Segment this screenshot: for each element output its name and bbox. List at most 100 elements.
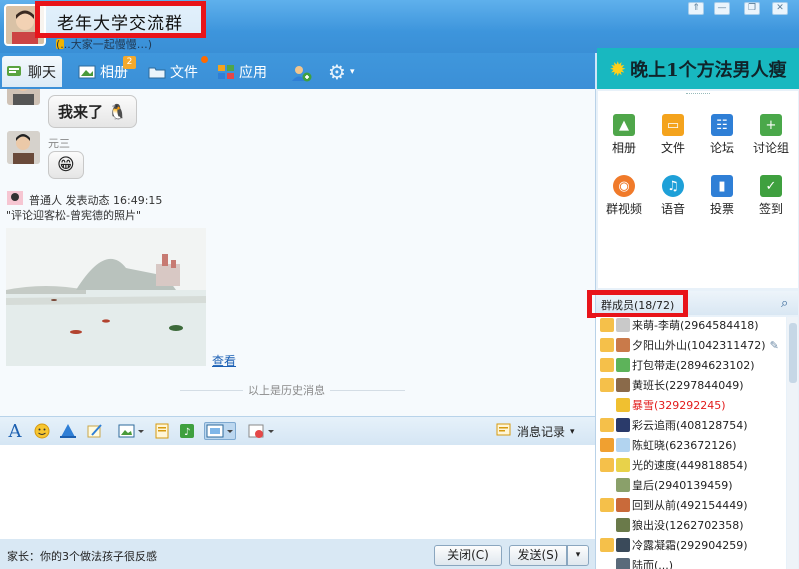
- app-files[interactable]: ▭ 文件: [650, 114, 696, 156]
- list-item[interactable]: 回到从前(492154449): [596, 495, 786, 515]
- title-bar: (...大家一起慢慢…) 老年大学交流群 ⇑ — ❐ ✕: [0, 0, 799, 53]
- edit-icon[interactable]: ✎: [770, 339, 779, 352]
- admin-icon: [600, 338, 614, 352]
- file-app-icon: ▭: [662, 114, 684, 136]
- member-avatar: [616, 338, 630, 352]
- news-ticker[interactable]: 家长：你的3个做法孩子很反感: [7, 548, 157, 564]
- album-app-icon: ▲: [613, 114, 635, 136]
- music-icon[interactable]: ♪: [178, 422, 196, 440]
- input-toolbar: A ♪ 消息记录 ▾: [0, 416, 595, 445]
- pin-icon[interactable]: ⇑: [688, 2, 704, 15]
- member-name: 狼出没(1262702358): [632, 519, 744, 532]
- close-button[interactable]: ✕: [772, 2, 788, 15]
- tab-chat-label: 聊天: [28, 64, 56, 81]
- scrollbar-thumb[interactable]: [789, 323, 797, 383]
- list-item[interactable]: 皇后(2940139459): [596, 475, 786, 495]
- app-discussion-label: 讨论组: [752, 141, 789, 155]
- poster-avatar[interactable]: [7, 191, 23, 208]
- list-item[interactable]: 黄班长(2297844049): [596, 375, 786, 395]
- app-checkin[interactable]: ✓ 签到: [748, 175, 794, 217]
- member-avatar: [616, 458, 630, 472]
- member-name: 来萌-李萌(2964584418): [632, 319, 759, 332]
- star-icon: [600, 538, 614, 552]
- add-member-button[interactable]: [286, 56, 314, 87]
- apps-icon: [217, 64, 235, 80]
- app-video-label: 群视频: [605, 202, 642, 216]
- list-item[interactable]: 冷露凝霜(292904259): [596, 535, 786, 555]
- bottom-bar: 家长：你的3个做法孩子很反感 关闭(C) 发送(S) ▾: [0, 539, 595, 569]
- right-panel: ▲ 相册 ▭ 文件 ☷ 论坛 + 讨论组 ◉ 群视频 ♫ 语音 ▮ 投票 ✓ 签: [587, 89, 799, 569]
- app-album[interactable]: ▲ 相册: [601, 114, 647, 156]
- more-tools-icon[interactable]: [247, 422, 277, 440]
- member-name: 彩云追雨(408128754): [632, 419, 748, 432]
- avatar[interactable]: [7, 89, 40, 105]
- list-item[interactable]: 陈虹晓(623672126): [596, 435, 786, 455]
- send-button[interactable]: 发送(S): [509, 545, 567, 566]
- post-caption: "评论迎客松-曾宪德的照片": [6, 209, 142, 222]
- send-options-button[interactable]: ▾: [567, 545, 589, 566]
- member-list[interactable]: 来萌-李萌(2964584418) 夕阳山外山(1042311472) ✎ 打包…: [596, 317, 786, 569]
- screenshot-button[interactable]: [204, 422, 236, 440]
- chat-history[interactable]: 我来了 🐧 元三 😁 普通人 发表动态 16:49:15 "评论迎客松-曾宪德的…: [0, 89, 595, 416]
- post-photo[interactable]: [6, 228, 206, 366]
- tab-apps[interactable]: 应用: [213, 56, 273, 87]
- minimize-button[interactable]: —: [714, 2, 730, 15]
- file-transfer-icon[interactable]: [153, 422, 171, 440]
- settings-button[interactable]: ⚙ ▾: [324, 56, 360, 87]
- message-input[interactable]: [0, 445, 595, 539]
- view-link[interactable]: 查看: [212, 352, 236, 369]
- history-icon: [496, 423, 512, 440]
- list-item[interactable]: 陆而(...): [596, 555, 786, 569]
- member-avatar: [616, 518, 630, 532]
- star-icon: [600, 498, 614, 512]
- grin-emoji-icon: 😁: [57, 155, 75, 175]
- panel-grip[interactable]: [686, 93, 710, 97]
- member-avatar: [616, 358, 630, 372]
- app-video[interactable]: ◉ 群视频: [601, 175, 647, 217]
- close-chat-button[interactable]: 关闭(C): [434, 545, 502, 566]
- member-avatar: [616, 418, 630, 432]
- member-name: 回到从前(492154449): [632, 499, 748, 512]
- member-name: 光的速度(449818854): [632, 459, 748, 472]
- list-item[interactable]: 来萌-李萌(2964584418): [596, 317, 786, 335]
- app-vote[interactable]: ▮ 投票: [699, 175, 745, 217]
- message-history-button[interactable]: 消息记录 ▾: [496, 423, 575, 440]
- emoji-icon[interactable]: [33, 422, 51, 440]
- ad-text: 晚上1个方法男人瘦: [630, 59, 787, 81]
- photos-badge: 2: [123, 56, 136, 69]
- tab-chat[interactable]: 聊天: [2, 56, 62, 87]
- list-item[interactable]: 光的速度(449818854): [596, 455, 786, 475]
- discussion-app-icon: +: [760, 114, 782, 136]
- member-name: 皇后(2940139459): [632, 479, 733, 492]
- maximize-button[interactable]: ❐: [744, 2, 760, 15]
- ad-banner[interactable]: ✹ 晚上1个方法男人瘦: [597, 48, 799, 89]
- font-icon[interactable]: A: [6, 421, 24, 442]
- shake-icon[interactable]: [59, 422, 77, 440]
- member-avatar: [616, 438, 630, 452]
- list-item[interactable]: 打包带走(2894623102): [596, 355, 786, 375]
- list-item[interactable]: 彩云追雨(408128754): [596, 415, 786, 435]
- list-item[interactable]: 狼出没(1262702358): [596, 515, 786, 535]
- app-voice[interactable]: ♫ 语音: [650, 175, 696, 217]
- app-album-label: 相册: [611, 141, 636, 155]
- group-name[interactable]: 老年大学交流群: [57, 9, 183, 34]
- chat-icon: [6, 64, 24, 80]
- member-avatar: [616, 538, 630, 552]
- list-item[interactable]: 夕阳山外山(1042311472) ✎: [596, 335, 786, 355]
- avatar[interactable]: [7, 131, 40, 164]
- doodle-icon[interactable]: [86, 422, 104, 440]
- group-subtitle: (...大家一起慢慢…): [56, 38, 153, 51]
- tab-files[interactable]: 文件: [144, 56, 204, 87]
- group-apps: ▲ 相册 ▭ 文件 ☷ 论坛 + 讨论组 ◉ 群视频 ♫ 语音 ▮ 投票 ✓ 签: [598, 91, 798, 288]
- add-member-icon: [290, 64, 312, 81]
- app-discussion[interactable]: + 讨论组: [748, 114, 794, 156]
- image-icon[interactable]: [118, 422, 146, 440]
- app-forum[interactable]: ☷ 论坛: [699, 114, 745, 156]
- member-list-scrollbar[interactable]: [787, 317, 798, 569]
- penguin-emoji-icon: 🐧: [108, 103, 127, 121]
- search-icon[interactable]: ⌕: [781, 296, 788, 311]
- list-item[interactable]: 暴雪(329292245): [596, 395, 786, 415]
- app-files-label: 文件: [660, 141, 685, 155]
- photo-icon: [78, 64, 96, 80]
- voice-app-icon: ♫: [662, 175, 684, 197]
